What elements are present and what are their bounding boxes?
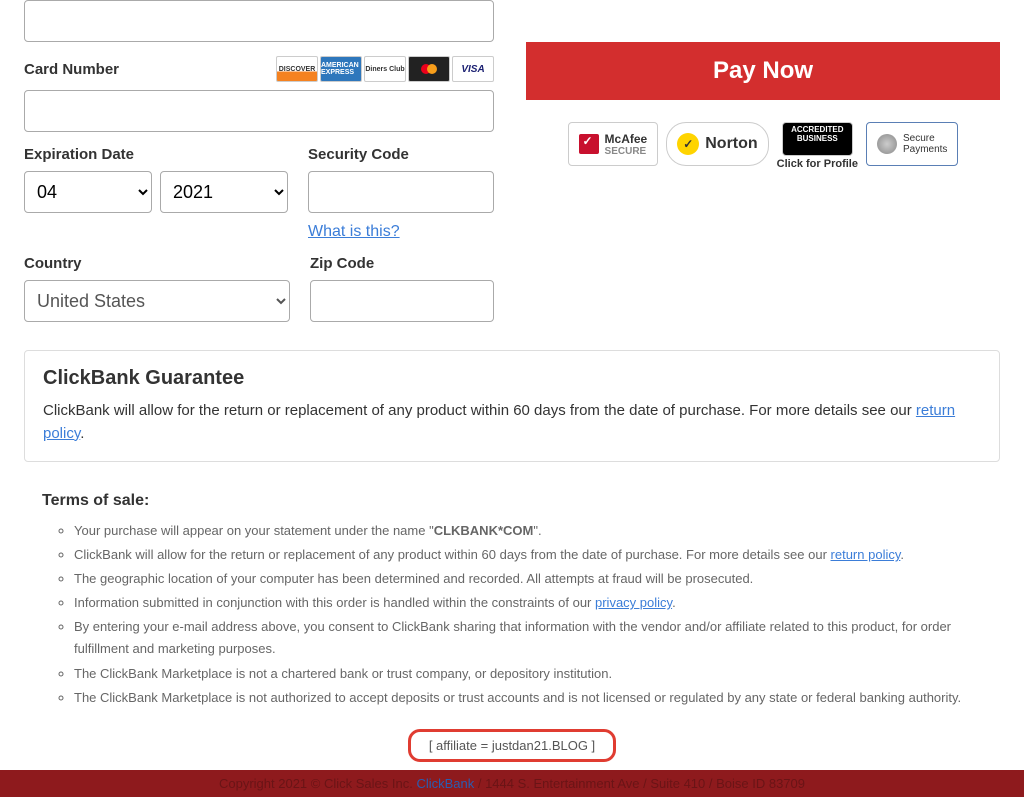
bbb-text-1: ACCREDITED [791,125,843,134]
terms-item: ClickBank will allow for the return or r… [74,544,1000,566]
mcafee-text-2: SECURE [605,146,648,157]
country-select[interactable]: United States [24,280,290,322]
privacy-policy-link[interactable]: privacy policy [595,595,672,610]
terms-list: Your purchase will appear on your statem… [24,520,1000,709]
card-number-label: Card Number [24,61,119,78]
diners-icon: Diners Club [364,56,406,82]
terms-item: By entering your e-mail address above, y… [74,616,1000,660]
footer-clickbank-link[interactable]: ClickBank [416,776,474,791]
affiliate-tag: [ affiliate = justdan21.BLOG ] [408,729,616,762]
card-number-input[interactable] [24,90,494,132]
terms-item: The ClickBank Marketplace is not authori… [74,687,1000,709]
what-is-this-link[interactable]: What is this? [308,223,400,241]
secure-text-1: Secure [903,133,947,144]
amex-icon: AMERICAN EXPRESS [320,56,362,82]
top-input[interactable] [24,0,494,42]
guarantee-box: ClickBank Guarantee ClickBank will allow… [24,350,1000,462]
terms-item: The geographic location of your computer… [74,568,1000,590]
terms-item: Your purchase will appear on your statem… [74,520,1000,542]
bbb-badge-wrap: ACCREDITED BUSINESS Click for Profile [777,122,858,170]
terms-item: The ClickBank Marketplace is not a chart… [74,663,1000,685]
expiration-label: Expiration Date [24,146,288,163]
terms-item: Information submitted in conjunction wit… [74,592,1000,614]
guarantee-title: ClickBank Guarantee [43,367,981,390]
norton-text: Norton [705,135,757,153]
zip-input[interactable] [310,280,494,322]
mcafee-shield-icon [579,134,599,154]
country-label: Country [24,255,290,272]
globe-icon [877,134,897,154]
norton-badge: ✓ Norton [666,122,768,166]
expiration-year-select[interactable]: 2021 [160,171,288,213]
mastercard-icon [408,56,450,82]
secure-text-2: Payments [903,144,947,155]
discover-icon: DISCOVER [276,56,318,82]
card-brand-icons: DISCOVER AMERICAN EXPRESS Diners Club VI… [276,56,494,82]
expiration-month-select[interactable]: 04 [24,171,152,213]
security-code-input[interactable] [308,171,494,213]
footer: Copyright 2021 © Click Sales Inc. ClickB… [0,770,1024,797]
bbb-text-2: BUSINESS [797,134,838,143]
mcafee-text-1: McAfee [605,132,648,146]
zip-label: Zip Code [310,255,494,272]
bbb-badge: ACCREDITED BUSINESS [782,122,852,156]
mcafee-badge: McAfeeSECURE [568,122,659,166]
secure-payments-badge: SecurePayments [866,122,958,166]
norton-check-icon: ✓ [677,133,699,155]
bbb-click-text: Click for Profile [777,158,858,170]
visa-icon: VISA [452,56,494,82]
security-code-label: Security Code [308,146,494,163]
return-policy-link-2[interactable]: return policy [831,547,901,562]
terms-title: Terms of sale: [24,492,1000,510]
guarantee-text: ClickBank will allow for the return or r… [43,400,981,445]
pay-now-button[interactable]: Pay Now [526,42,1000,100]
